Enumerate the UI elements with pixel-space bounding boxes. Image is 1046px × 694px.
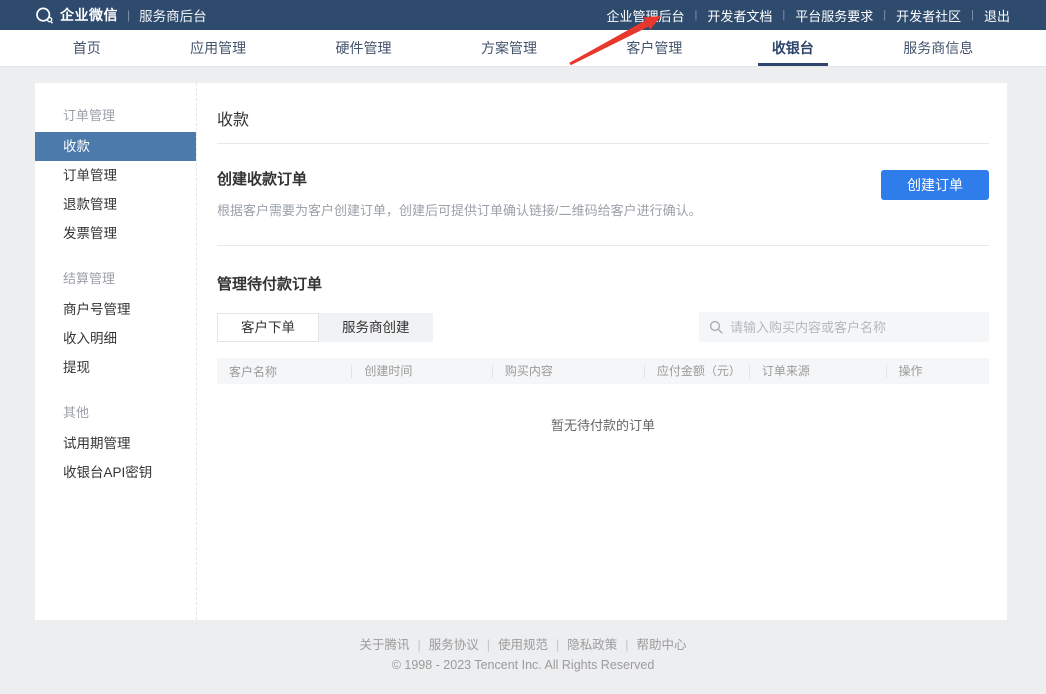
create-order-button[interactable]: 创建订单 [881, 170, 989, 200]
topbar-link-separator: | [883, 9, 886, 21]
sidebar-item-商户号管理[interactable]: 商户号管理 [35, 295, 196, 324]
sidebar-group: 结算管理商户号管理收入明细提现 [35, 258, 196, 382]
nav-item-服务商信息[interactable]: 服务商信息 [903, 30, 973, 66]
nav-item-硬件管理[interactable]: 硬件管理 [336, 30, 392, 66]
topbar-link-separator: | [971, 9, 974, 21]
divider [217, 245, 989, 246]
footer-link-separator: | [487, 638, 490, 652]
column-header: 客户名称 [217, 363, 351, 380]
sidebar-group: 订单管理收款订单管理退款管理发票管理 [35, 95, 196, 248]
sidebar-group-header: 其他 [35, 392, 196, 429]
column-header: 购买内容 [492, 365, 644, 378]
wechat-work-logo-icon [35, 7, 54, 24]
nav-item-客户管理[interactable]: 客户管理 [626, 30, 682, 66]
footer-link[interactable]: 关于腾讯 [359, 638, 409, 652]
footer-link[interactable]: 隐私政策 [567, 638, 617, 652]
search-icon [709, 320, 723, 334]
column-header: 订单来源 [749, 365, 886, 378]
sidebar-item-收银台API密钥[interactable]: 收银台API密钥 [35, 458, 196, 487]
tab-客户下单[interactable]: 客户下单 [217, 313, 319, 342]
brand-name: 企业微信 [60, 5, 118, 25]
sidebar-item-退款管理[interactable]: 退款管理 [35, 190, 196, 219]
manage-orders-heading: 管理待付款订单 [217, 273, 989, 294]
sidebar-item-订单管理[interactable]: 订单管理 [35, 161, 196, 190]
nav-item-收银台[interactable]: 收银台 [772, 30, 814, 66]
sidebar-item-收入明细[interactable]: 收入明细 [35, 324, 196, 353]
brand-suffix: 服务商后台 [139, 5, 207, 25]
topbar-link[interactable]: 退出 [984, 6, 1010, 25]
main-card: 订单管理收款订单管理退款管理发票管理结算管理商户号管理收入明细提现其他试用期管理… [35, 83, 1007, 620]
column-header: 应付金额（元） [644, 365, 749, 378]
topbar-link[interactable]: 企业管理后台 [606, 6, 684, 25]
column-header: 操作 [886, 365, 989, 378]
footer-link-separator: | [625, 638, 628, 652]
main-nav: 首页 应用管理 硬件管理 方案管理 客户管理 收银台 服务商信息 [0, 30, 1046, 67]
divider [217, 143, 989, 144]
nav-item-首页[interactable]: 首页 [73, 30, 101, 66]
sidebar-item-试用期管理[interactable]: 试用期管理 [35, 429, 196, 458]
order-search[interactable] [699, 312, 989, 342]
topbar-link-separator: | [782, 9, 785, 21]
orders-table-header: 客户名称创建时间购买内容应付金额（元）订单来源操作 [217, 358, 989, 384]
sidebar-group-header: 结算管理 [35, 258, 196, 295]
tools-row: 客户下单服务商创建 [217, 312, 989, 342]
brand-separator: | [127, 8, 130, 22]
sidebar: 订单管理收款订单管理退款管理发票管理结算管理商户号管理收入明细提现其他试用期管理… [35, 83, 197, 620]
create-order-description: 根据客户需要为客户创建订单，创建后可提供订单确认链接/二维码给客户进行确认。 [217, 200, 989, 219]
sidebar-item-提现[interactable]: 提现 [35, 353, 196, 382]
order-source-tabs: 客户下单服务商创建 [217, 313, 433, 342]
create-order-section: 创建收款订单 根据客户需要为客户创建订单，创建后可提供订单确认链接/二维码给客户… [217, 168, 989, 219]
footer-links: 关于腾讯 | 服务协议 | 使用规范 | 隐私政策 | 帮助中心 [0, 634, 1046, 653]
topbar-link[interactable]: 平台服务要求 [795, 6, 873, 25]
topbar: 企业微信 | 服务商后台 企业管理后台 | 开发者文档 | 平台服务要求 | 开发者社区 | 退… [0, 0, 1046, 30]
nav-item-应用管理[interactable]: 应用管理 [190, 30, 246, 66]
footer-link-separator: | [556, 638, 559, 652]
topbar-links: 企业管理后台 | 开发者文档 | 平台服务要求 | 开发者社区 | 退出 [606, 6, 1010, 25]
empty-state-text: 暂无待付款的订单 [217, 415, 989, 434]
sidebar-item-发票管理[interactable]: 发票管理 [35, 219, 196, 248]
brand: 企业微信 | 服务商后台 [35, 5, 207, 25]
sidebar-item-收款[interactable]: 收款 [35, 132, 196, 161]
create-order-heading: 创建收款订单 [217, 168, 989, 189]
footer-link[interactable]: 帮助中心 [637, 638, 687, 652]
column-header: 创建时间 [351, 365, 492, 378]
footer-link[interactable]: 服务协议 [429, 638, 479, 652]
nav-item-方案管理[interactable]: 方案管理 [481, 30, 537, 66]
copyright: © 1998 - 2023 Tencent Inc. All Rights Re… [0, 658, 1046, 672]
tab-服务商创建[interactable]: 服务商创建 [319, 313, 433, 342]
search-input[interactable] [730, 320, 979, 335]
footer-link-separator: | [417, 638, 420, 652]
sidebar-group: 其他试用期管理收银台API密钥 [35, 392, 196, 487]
page-title: 收款 [217, 99, 989, 130]
footer: 关于腾讯 | 服务协议 | 使用规范 | 隐私政策 | 帮助中心 © 1998 - 2023 T… [0, 634, 1046, 672]
topbar-link-separator: | [695, 9, 698, 21]
topbar-link[interactable]: 开发者社区 [896, 6, 961, 25]
content-area: 收款 创建收款订单 根据客户需要为客户创建订单，创建后可提供订单确认链接/二维码… [197, 83, 1007, 620]
footer-link[interactable]: 使用规范 [498, 638, 548, 652]
topbar-link[interactable]: 开发者文档 [707, 6, 772, 25]
sidebar-group-header: 订单管理 [35, 95, 196, 132]
